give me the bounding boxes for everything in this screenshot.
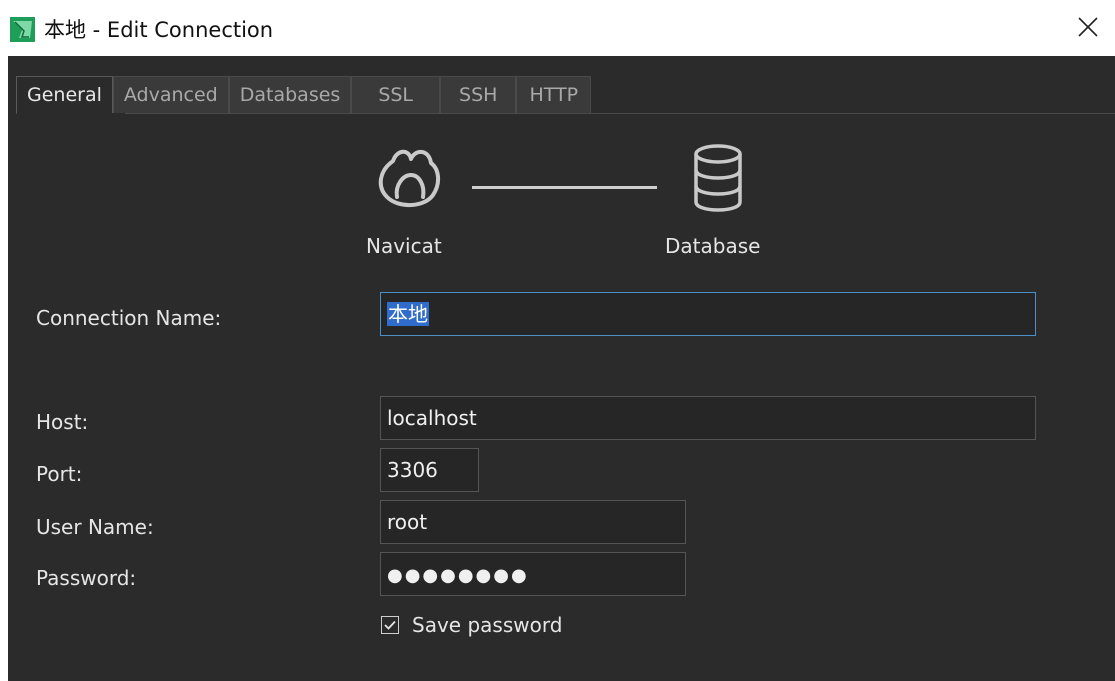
connection-line [472, 186, 657, 189]
window-title: 本地 - Edit Connection [44, 18, 274, 42]
password-input[interactable]: ●●●●●●●● [380, 552, 686, 596]
connection-name-label: Connection Name: [36, 306, 222, 330]
edit-connection-window: 本地 - Edit Connection General Advanced Da… [0, 0, 1115, 681]
username-input[interactable]: root [380, 500, 686, 544]
close-icon[interactable] [1075, 14, 1101, 40]
password-label: Password: [36, 566, 137, 590]
checkbox-box[interactable] [381, 616, 399, 634]
username-label: User Name: [36, 515, 154, 539]
database-icon [694, 144, 742, 212]
host-input[interactable]: localhost [380, 396, 1036, 440]
navicat-logo-icon [378, 149, 440, 207]
password-value: ●●●●●●●● [387, 565, 529, 586]
host-value: localhost [387, 406, 477, 430]
tab-advanced[interactable]: Advanced [112, 76, 229, 113]
tab-general[interactable]: General [16, 76, 113, 114]
port-label: Port: [36, 462, 83, 486]
save-password-label: Save password [412, 613, 563, 637]
tab-ssh[interactable]: SSH [440, 76, 517, 113]
connection-name-value: 本地 [387, 302, 429, 326]
connection-name-input[interactable]: 本地 [380, 292, 1036, 336]
save-password-checkbox[interactable]: Save password [381, 613, 562, 637]
tab-underline [16, 113, 1115, 114]
navicat-label: Navicat [366, 234, 442, 258]
tab-databases[interactable]: Databases [228, 76, 352, 113]
username-value: root [387, 510, 428, 534]
title-bar: 本地 - Edit Connection [0, 0, 1115, 56]
port-value: 3306 [387, 458, 438, 482]
dialog-left-edge [0, 56, 8, 681]
navicat-app-icon [10, 17, 35, 42]
tab-http[interactable]: HTTP [516, 76, 592, 113]
tab-bar: General Advanced Databases SSL SSH HTTP [16, 76, 592, 114]
tab-active-gap [17, 113, 125, 114]
checkmark-icon [384, 620, 396, 630]
tab-ssl[interactable]: SSL [351, 76, 441, 113]
host-label: Host: [36, 410, 89, 434]
database-label: Database [665, 234, 761, 258]
port-input[interactable]: 3306 [380, 448, 479, 492]
